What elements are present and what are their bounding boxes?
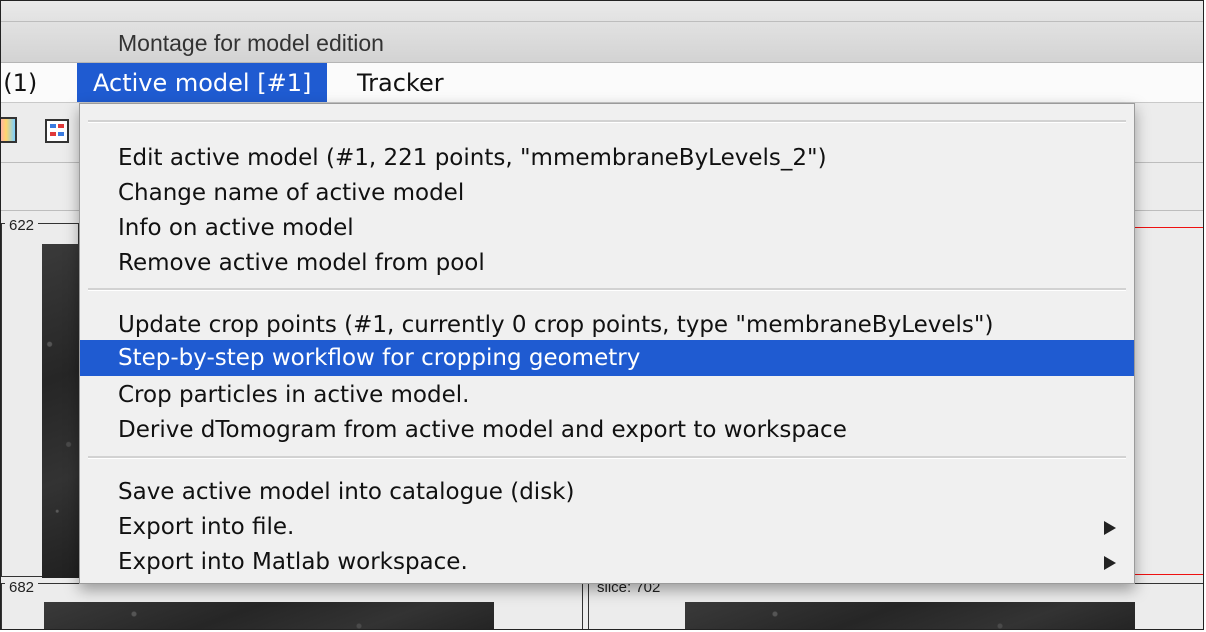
- menu-item-export-matlab[interactable]: Export into Matlab workspace.: [80, 544, 1134, 580]
- menu-item-label: Export into Matlab workspace.: [118, 549, 468, 575]
- menu-item-change-name[interactable]: Change name of active model: [80, 175, 1134, 211]
- app-window: Montage for model edition l (1) Active m…: [0, 0, 1204, 630]
- slice-panel-682: [1, 583, 583, 629]
- grid-cell-icon: [58, 132, 64, 136]
- slice-image[interactable]: [685, 602, 1135, 629]
- title-bar-divider: [1, 21, 1203, 22]
- active-model-dropdown: Edit active model (#1, 221 points, "mmem…: [79, 103, 1135, 584]
- grid-cell-icon: [50, 132, 56, 136]
- menu-item-info[interactable]: Info on active model: [80, 210, 1134, 246]
- title-bar: Montage for model edition: [1, 1, 1203, 63]
- menu-tracker[interactable]: Tracker: [341, 63, 460, 102]
- slice-label-622: 622: [5, 217, 39, 234]
- menu-active-model[interactable]: Active model [#1]: [77, 63, 328, 102]
- menu-item-save-to-catalogue[interactable]: Save active model into catalogue (disk): [80, 474, 1134, 510]
- triangle-right-icon: [1104, 521, 1116, 535]
- grid-cell-icon: [50, 124, 56, 128]
- menu-item-label: Export into file.: [118, 514, 295, 540]
- slice-panel-702: [588, 583, 1203, 629]
- menu-pool[interactable]: l (1): [1, 63, 37, 102]
- marker-line: [1135, 227, 1203, 228]
- grid-cell-icon: [58, 124, 64, 128]
- menu-item-step-by-step-workflow[interactable]: Step-by-step workflow for cropping geome…: [80, 340, 1134, 376]
- window-title: Montage for model edition: [118, 30, 384, 56]
- menu-item-remove-from-pool[interactable]: Remove active model from pool: [80, 245, 1134, 281]
- menu-item-crop-particles[interactable]: Crop particles in active model.: [80, 377, 1134, 413]
- marker-line: [1135, 574, 1203, 575]
- menu-item-export-file[interactable]: Export into file.: [80, 509, 1134, 545]
- menu-item-update-crop-points[interactable]: Update crop points (#1, currently 0 crop…: [80, 307, 1134, 343]
- slice-image[interactable]: [44, 602, 494, 629]
- menu-separator: [88, 456, 1126, 459]
- menu-separator: [88, 120, 1126, 123]
- menu-item-edit-active-model[interactable]: Edit active model (#1, 221 points, "mmem…: [80, 140, 1134, 176]
- triangle-right-icon: [1104, 556, 1116, 570]
- menu-bar: l (1) Active model [#1] Tracker: [1, 63, 1203, 103]
- layout-grid-icon[interactable]: [45, 119, 69, 143]
- slice-panel-622: [1, 223, 80, 578]
- menu-item-derive-dtomogram[interactable]: Derive dTomogram from active model and e…: [80, 412, 1134, 448]
- colormap-icon[interactable]: [1, 117, 17, 143]
- slice-label-682: 682: [5, 579, 39, 596]
- menu-separator: [88, 288, 1126, 291]
- slice-image[interactable]: [42, 244, 80, 578]
